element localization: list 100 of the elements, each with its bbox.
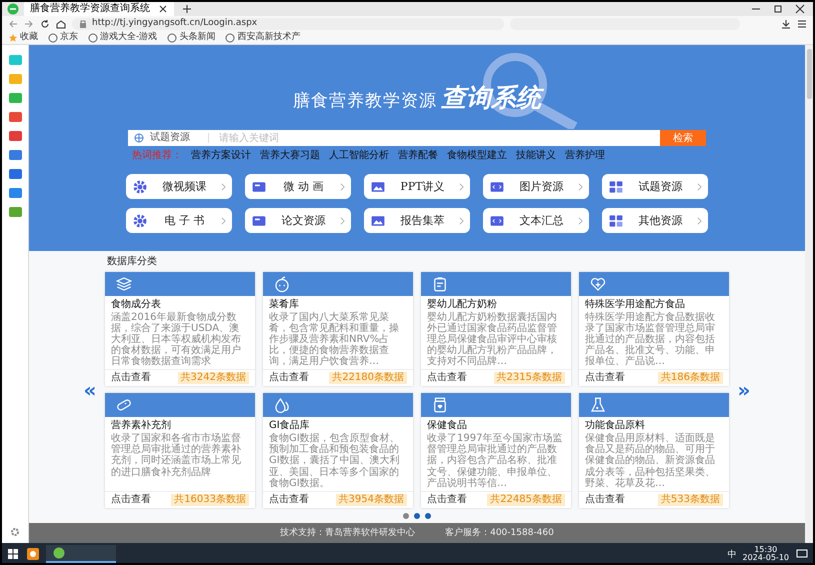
scrollbar-thumb[interactable] — [806, 49, 812, 99]
chevron-right-icon — [340, 216, 345, 224]
card-title: 特殊医学用途配方食品 — [584, 298, 686, 312]
category-button[interactable]: 文本汇总 — [483, 208, 589, 233]
menu-icon[interactable] — [797, 18, 807, 28]
card-title: 保健食品 — [426, 419, 468, 433]
card-description: 收录了国家和各省市市场监督管理总局审批通过的营养素补充剂，同时还涵盖市场上常见的进口膳食补充剂品牌 — [110, 432, 242, 480]
category-button[interactable]: 图片资源 — [483, 174, 589, 199]
start-icon[interactable] — [6, 548, 20, 560]
view-link[interactable]: 点击查看 — [427, 373, 467, 384]
ime-indicator[interactable]: 中 — [728, 548, 736, 560]
sidebar-app-icon[interactable] — [8, 188, 22, 198]
download-icon[interactable] — [781, 18, 791, 28]
carousel-dot[interactable] — [425, 512, 431, 519]
sidebar-app-icon[interactable] — [8, 150, 22, 160]
category-button[interactable]: 试题资源 — [602, 174, 708, 199]
hot-word-link[interactable]: 技能讲义 — [516, 150, 556, 161]
forward-icon[interactable] — [24, 18, 34, 28]
browser-logo-icon[interactable] — [6, 3, 20, 15]
database-card[interactable]: 食物成分表 涵盖2016年最新食物成分数据，综合了来源于USDA、澳大利亚、日本等权威机构发布的食材数据，可有效满足用户日常食物数据查询需求 点击查看 共3242条数据 — [105, 272, 255, 386]
view-link[interactable]: 点击查看 — [427, 494, 467, 505]
close-icon[interactable] — [795, 4, 805, 14]
sidebar-app-icon[interactable] — [8, 169, 22, 179]
hot-words-label: 热词推荐： — [132, 150, 182, 161]
previous-arrow[interactable]: « — [79, 380, 101, 400]
bookmark[interactable]: 西安高新技术产 — [225, 32, 300, 42]
close-icon[interactable] — [158, 4, 168, 14]
record-count-tag: 共3242条数据 — [178, 372, 249, 384]
category-button[interactable]: 微视频课 — [126, 174, 232, 199]
heart-plus-icon — [589, 275, 607, 293]
drops-icon — [273, 396, 291, 414]
back-icon[interactable] — [8, 18, 18, 28]
category-button[interactable]: 微 动 画 — [245, 174, 351, 199]
card-description: 涵盖2016年最新食物成分数据，综合了来源于USDA、澳大利亚、日本等权威机构发布的食材数据，可有效满足用户日常食物数据查询需求 — [110, 312, 242, 368]
hot-word-link[interactable]: 人工智能分析 — [329, 150, 389, 161]
card-title: 功能食品原料 — [584, 418, 646, 432]
hot-word-link[interactable]: 营养方案设计 — [191, 150, 251, 161]
category-button[interactable]: 报告集萃 — [364, 208, 470, 233]
view-link[interactable]: 点击查看 — [269, 373, 309, 384]
carousel-dot[interactable] — [414, 512, 420, 519]
grid-icon — [608, 212, 624, 228]
globe-icon — [88, 32, 98, 42]
database-card[interactable]: GI食品库 食物GI数据，包含原型食材、预制加工食品和预包装食品的GI数据，囊括了中国、澳大利亚、美国、日本等多个国家的食物GI数据。 点击查看 共3954条数据 — [263, 393, 413, 508]
bookmark[interactable]: 游戏大全-游戏 — [88, 32, 158, 42]
address-bar[interactable]: http://tj.yingyangsoft.cn/Loogin.aspx — [72, 18, 504, 30]
bookmark[interactable]: 京东 — [48, 32, 78, 42]
home-icon[interactable] — [56, 18, 66, 28]
sidebar-app-icon[interactable] — [8, 207, 22, 217]
view-link[interactable]: 点击查看 — [111, 494, 151, 505]
card-description: 婴幼儿配方奶粉数据囊括国内外已通过国家食品药品监督管理总局保健食品审评中心审核的婴幼儿配方乳粉产品品牌，支持对不同品牌… — [426, 312, 558, 368]
category-button[interactable]: 其他资源 — [602, 208, 708, 233]
grid-icon — [608, 178, 624, 194]
reload-icon[interactable] — [40, 18, 50, 28]
database-card[interactable]: 营养素补充剂 收录了国家和各省市市场监督管理总局审批通过的营养素补充剂，同时还涵盖市场上常见的进口膳食补充剂品牌 点击查看 共16033条数据 — [105, 393, 255, 508]
bookmark[interactable]: 头条新闻 — [167, 32, 216, 42]
carousel-dot[interactable] — [403, 512, 409, 519]
search-field[interactable]: 请输入关键词 — [209, 130, 660, 146]
category-button[interactable]: PPT讲义 — [364, 174, 470, 199]
notification-icon[interactable] — [795, 548, 809, 560]
sidebar-app-icon[interactable] — [8, 112, 22, 122]
bookmark[interactable]: 收藏 — [8, 32, 38, 42]
settings-icon[interactable] — [10, 527, 20, 537]
chevron-right-icon — [459, 216, 464, 224]
view-link[interactable]: 点击查看 — [585, 494, 625, 505]
category-select[interactable]: 试题资源 — [128, 130, 209, 146]
database-card[interactable]: 特殊医学用途配方食品 特殊医学用途配方食品数据收录了国家市场监督管理总局审批通过的产品数据，内容包括产品名、批准文号、功能、申报单位、产品说… 点击查看 共186条数据 — [579, 272, 729, 386]
hot-word-link[interactable]: 食物模型建立 — [447, 150, 507, 161]
jar-icon — [431, 396, 449, 414]
star-app-icon[interactable] — [26, 548, 40, 560]
taskbar-app[interactable] — [46, 545, 116, 563]
globe-icon — [134, 133, 144, 143]
browser-tab[interactable]: 膳食营养教学资源查询系统 — [24, 2, 174, 16]
chevron-right-icon — [459, 182, 464, 190]
category-button[interactable]: 论文资源 — [245, 208, 351, 233]
card-title: GI食品库 — [268, 418, 311, 433]
sidebar-app-icon[interactable] — [8, 93, 22, 103]
clock[interactable]: 15:30 2024-05-10 — [742, 546, 789, 562]
clipboard-icon — [431, 275, 449, 293]
chevron-right-icon — [697, 216, 702, 224]
hot-word-link[interactable]: 营养配餐 — [398, 150, 438, 161]
chevron-right-icon — [221, 216, 226, 224]
database-card[interactable]: 保健食品 收录了1997年至今国家市场监督管理总局审批通过的产品数据，内容包含产品名称、批准文号、保健功能、申报单位、产品说明书等信… 点击查看 共22485条数据 — [421, 393, 571, 508]
maximize-icon[interactable] — [773, 4, 783, 14]
view-link[interactable]: 点击查看 — [585, 373, 625, 384]
view-link[interactable]: 点击查看 — [111, 373, 151, 384]
database-card[interactable]: 功能食品原料 保健食品用原材料、适面既是食品又是药品的物品、可用于保健食品的物品、新资源食品成分表等，品种包括坚果类、野菜、花草及花… 点击查看 共533条数据 — [579, 393, 729, 508]
category-button[interactable]: 电 子 书 — [126, 208, 232, 233]
sidebar-app-icon[interactable] — [8, 131, 22, 141]
hot-word-link[interactable]: 营养大赛习题 — [260, 150, 320, 161]
database-card[interactable]: 菜肴库 收录了国内八大菜系常见菜肴，包含常见配料和重量，操作步骤及营养素和NRV%占比，便捷的食物营养数据查询，满足用户饮食营养… 点击查看 共22180条数据 — [263, 272, 413, 386]
next-arrow[interactable]: » — [733, 380, 755, 400]
chevron-right-icon — [578, 216, 583, 224]
database-card[interactable]: 婴幼儿配方奶粉 婴幼儿配方奶粉数据囊括国内外已通过国家食品药品监督管理总局保健食品审评中心审核的婴幼儿配方乳粉产品品牌，支持对不同品牌… 点击查看 共2315条数据 — [421, 272, 571, 386]
gear-icon — [132, 212, 148, 228]
hot-word-link[interactable]: 营养护理 — [565, 150, 605, 161]
record-count-tag: 共2315条数据 — [494, 372, 565, 384]
section-heading: 数据库分类 — [107, 256, 158, 268]
new-tab-icon[interactable] — [182, 4, 192, 14]
lock-icon — [78, 18, 88, 28]
view-link[interactable]: 点击查看 — [269, 494, 309, 505]
